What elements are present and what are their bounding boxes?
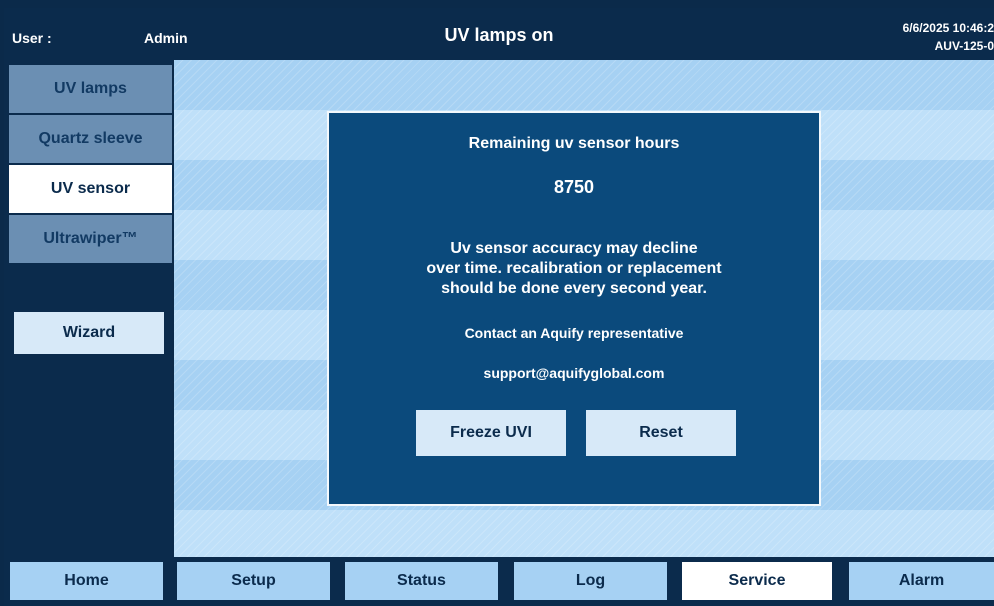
message-line: over time. recalibration or replacement (426, 260, 722, 277)
nav-status[interactable]: Status (345, 562, 498, 600)
nav-service[interactable]: Service (682, 562, 832, 600)
header-bar: User : Admin UV lamps on 6/6/2025 10:46:… (4, 8, 994, 60)
page-title: UV lamps on (444, 25, 554, 45)
nav-home[interactable]: Home (10, 562, 163, 600)
freeze-uvi-button[interactable]: Freeze UVI (416, 410, 566, 456)
uv-sensor-dialog: Remaining uv sensor hours 8750 Uv sensor… (327, 111, 821, 506)
dialog-message: Uv sensor accuracy may decline over time… (349, 239, 799, 299)
remaining-hours-value: 8750 (553, 177, 595, 197)
nav-setup[interactable]: Setup (177, 562, 330, 600)
sidebar-item-uv-lamps[interactable]: UV lamps (9, 65, 172, 113)
datetime-display: 6/6/2025 10:46:2 (902, 21, 994, 35)
sidebar-item-quartz-sleeve[interactable]: Quartz sleeve (9, 115, 172, 163)
device-id: AUV-125-0 (934, 39, 994, 53)
support-email: support@aquifyglobal.com (483, 365, 665, 381)
contact-text: Contact an Aquify representative (464, 325, 684, 341)
dialog-title: Remaining uv sensor hours (468, 135, 680, 152)
message-line: Uv sensor accuracy may decline (450, 240, 698, 257)
nav-log[interactable]: Log (514, 562, 667, 600)
wizard-button[interactable]: Wizard (14, 312, 164, 354)
app-frame: User : Admin UV lamps on 6/6/2025 10:46:… (0, 0, 994, 606)
sidebar-item-uv-sensor[interactable]: UV sensor (9, 165, 172, 213)
sidebar: UV lamps Quartz sleeve UV sensor Ultrawi… (4, 60, 172, 558)
nav-alarm[interactable]: Alarm (849, 562, 994, 600)
bottom-nav: Home Setup Status Log Service Alarm (4, 557, 994, 606)
reset-button[interactable]: Reset (586, 410, 736, 456)
sidebar-item-ultrawiper[interactable]: Ultrawiper™ (9, 215, 172, 263)
message-line: should be done every second year. (441, 280, 707, 297)
